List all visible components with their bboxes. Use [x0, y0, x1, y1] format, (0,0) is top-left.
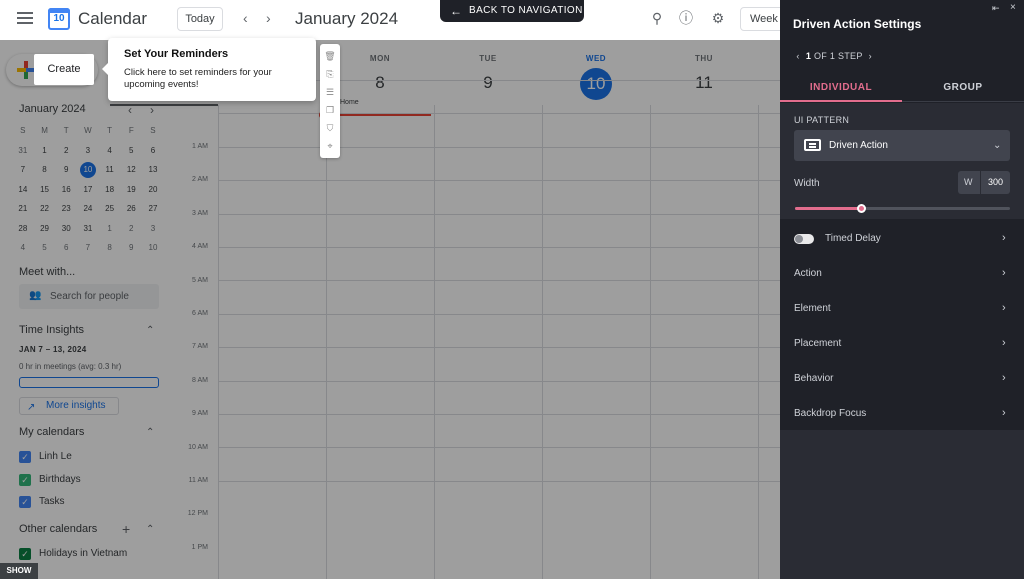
view-switcher-button[interactable]: Week: [740, 7, 780, 31]
create-button-label[interactable]: Create: [34, 54, 94, 85]
tooltip-toolbar: 🗑 ⎘ ☰ ❐ ⛉ ⌖: [320, 44, 340, 158]
app-title: Calendar: [78, 9, 147, 28]
chevron-right-icon: ›: [1002, 302, 1006, 314]
settings-section-label: Placement: [794, 338, 842, 349]
chevron-right-icon: ›: [1002, 267, 1006, 279]
step-navigator: ‹ 1 OF 1 STEP ›: [793, 51, 875, 61]
panel-tabs: INDIVIDUAL GROUP: [780, 74, 1024, 102]
width-slider-fill: [795, 207, 862, 210]
settings-section-row[interactable]: Behavior ›: [780, 361, 1024, 396]
width-prefix: W: [964, 177, 973, 187]
settings-section-label: Action: [794, 268, 822, 279]
tab-individual[interactable]: INDIVIDUAL: [780, 74, 902, 102]
width-slider-handle[interactable]: [856, 204, 866, 213]
settings-section-label: Behavior: [794, 373, 834, 384]
collapse-panel-icon[interactable]: ⇤: [992, 3, 1000, 14]
settings-section-label: Backdrop Focus: [794, 408, 867, 419]
timed-delay-label: Timed Delay: [825, 233, 881, 244]
panel-footer-area: [780, 430, 1024, 579]
back-to-navigation-button[interactable]: ← BACK TO NAVIGATION: [440, 0, 584, 22]
settings-section-row[interactable]: Element ›: [780, 291, 1024, 326]
step-current: 1: [805, 51, 812, 61]
copy-icon[interactable]: ⎘: [324, 68, 336, 80]
ui-pattern-value: Driven Action: [829, 140, 888, 151]
bookmark-icon[interactable]: ⛉: [324, 122, 336, 134]
tooltip-body: Click here to set reminders for your upc…: [124, 67, 272, 90]
backdrop-overlay: [0, 40, 780, 579]
ui-pattern-label: UI PATTERN: [794, 115, 850, 125]
duplicate-icon[interactable]: ❐: [324, 104, 336, 116]
timed-delay-toggle[interactable]: [794, 234, 814, 244]
settings-section-row[interactable]: Backdrop Focus ›: [780, 396, 1024, 431]
ui-pattern-select[interactable]: Driven Action ⌄: [794, 130, 1010, 161]
chevron-right-icon: ›: [1002, 372, 1006, 384]
chevron-left-icon[interactable]: ‹: [243, 10, 248, 26]
prev-step-icon[interactable]: ‹: [793, 51, 803, 61]
show-button[interactable]: SHOW: [0, 563, 38, 579]
chevron-right-icon[interactable]: ›: [266, 10, 271, 26]
back-to-navigation-label: BACK TO NAVIGATION: [469, 5, 583, 16]
trash-icon[interactable]: 🗑: [324, 50, 336, 62]
reminder-tooltip[interactable]: Set Your Reminders Click here to set rem…: [102, 38, 316, 101]
sliders-icon[interactable]: ☰: [324, 86, 336, 98]
gear-icon[interactable]: ⚙: [710, 10, 726, 26]
width-label: Width: [794, 178, 820, 189]
calendar-logo: 10: [48, 8, 70, 30]
panel-title: Driven Action Settings: [793, 17, 922, 31]
settings-panel: ⇤ × Driven Action Settings ‹ 1 OF 1 STEP…: [780, 0, 1024, 579]
arrow-left-icon: ←: [450, 4, 463, 18]
timed-delay-row[interactable]: Timed Delay ›: [780, 221, 1024, 256]
width-value: 300: [988, 177, 1004, 187]
step-total: OF 1 STEP: [813, 51, 863, 61]
help-icon[interactable]: ⓘ: [678, 10, 694, 26]
search-icon[interactable]: ⚲: [649, 10, 665, 26]
chevron-right-icon: ›: [1002, 407, 1006, 419]
top-bar: 10 Calendar Today ‹ › January 2024 ⚲ ⓘ ⚙…: [0, 0, 780, 40]
tooltip-title: Set Your Reminders: [124, 48, 229, 60]
current-month-label: January 2024: [295, 9, 399, 28]
tooltip-pattern-icon: [804, 139, 821, 151]
target-icon[interactable]: ⌖: [324, 140, 336, 152]
next-step-icon[interactable]: ›: [865, 51, 875, 61]
chevron-down-icon: ⌄: [993, 140, 1002, 151]
main-menu-icon[interactable]: [17, 12, 33, 24]
width-input[interactable]: W 300: [958, 171, 1010, 194]
chevron-right-icon: ›: [1002, 232, 1006, 244]
width-slider[interactable]: [795, 204, 1010, 213]
today-button[interactable]: Today: [177, 7, 223, 31]
tab-group[interactable]: GROUP: [902, 74, 1024, 102]
settings-section-label: Element: [794, 303, 831, 314]
close-icon[interactable]: ×: [1010, 2, 1016, 13]
settings-section-row[interactable]: Placement ›: [780, 326, 1024, 361]
settings-section-row[interactable]: Action ›: [780, 256, 1024, 291]
chevron-right-icon: ›: [1002, 337, 1006, 349]
